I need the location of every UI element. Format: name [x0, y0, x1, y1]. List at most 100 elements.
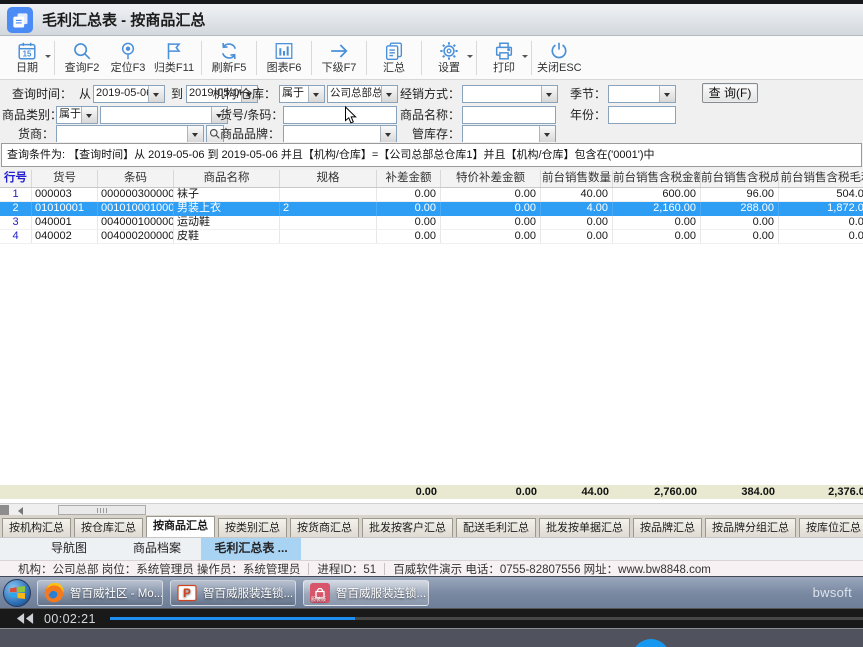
item-code-input[interactable]	[283, 106, 397, 124]
window-tab[interactable]: 毛利汇总表 ...	[201, 538, 301, 560]
item-name-input[interactable]	[462, 106, 556, 124]
toolbar-button-label: 归类F11	[154, 62, 194, 75]
date-from-combo[interactable]: 2019-05-06	[93, 85, 165, 103]
dropdown-arrow-icon[interactable]	[148, 86, 164, 102]
toolbar-arrow-right-button[interactable]: 下级F7	[317, 38, 361, 78]
column-header[interactable]: 特价补差金额	[441, 170, 541, 187]
dropdown-arrow-icon[interactable]	[381, 86, 397, 102]
scroll-left-arrow-icon[interactable]	[14, 507, 23, 515]
toolbar-docs-button[interactable]: 汇总	[372, 38, 416, 78]
column-header[interactable]: 补差金额	[377, 170, 441, 187]
column-header[interactable]: 前台销售含税金额	[613, 170, 701, 187]
status-bar: 机构：公司总部 岗位：系统管理员 操作员：系统管理员 进程ID：51 百威软件演…	[0, 560, 863, 576]
totals-cell	[280, 485, 377, 499]
summary-tab[interactable]: 按品牌汇总	[633, 518, 702, 537]
toolbar-chart-button[interactable]: 图表F6	[262, 38, 306, 78]
column-header[interactable]: 行号	[0, 170, 32, 187]
table-row[interactable]: 40400020040002000004皮鞋0.000.000.000.000.…	[0, 230, 863, 244]
brand-combo[interactable]	[283, 125, 397, 143]
table-row[interactable]: 10000030000003000007袜子0.000.0040.00600.0…	[0, 188, 863, 202]
toolbar-refresh-button[interactable]: 刷新F5	[207, 38, 251, 78]
dropdown-arrow-icon[interactable]	[541, 86, 557, 102]
column-header[interactable]: 前台销售含税毛利	[779, 170, 863, 187]
summary-tab[interactable]: 按机构汇总	[2, 518, 71, 537]
summary-tab[interactable]: 按仓库汇总	[74, 518, 143, 537]
column-header[interactable]: 货号	[32, 170, 98, 187]
org-operator-combo[interactable]: 属于	[279, 85, 325, 103]
dropdown-arrow-icon[interactable]	[308, 86, 324, 102]
stock-managed-combo[interactable]	[462, 125, 556, 143]
dropdown-arrow-icon[interactable]	[659, 86, 675, 102]
summary-tab[interactable]: 按库位汇总	[799, 518, 863, 537]
start-button[interactable]	[3, 579, 31, 607]
toolbar-calendar-button[interactable]: 15日期	[5, 38, 49, 78]
query-button[interactable]: 查 询(F)	[702, 83, 758, 103]
table-cell: 0040001000005	[98, 216, 174, 230]
toolbar-search-button[interactable]: 查询F2	[60, 38, 104, 78]
query-time-label: 查询时间：	[2, 85, 72, 103]
column-header[interactable]: 规格	[280, 170, 377, 187]
distribution-combo[interactable]	[462, 85, 558, 103]
application-window: 毛利汇总表 - 按商品汇总 15日期查询F2定位F3归类F11刷新F5图表F6下…	[0, 0, 863, 647]
table-cell: 男装上衣	[174, 202, 280, 216]
toolbar-power-button[interactable]: 关闭ESC	[537, 38, 582, 78]
progress-track[interactable]	[110, 617, 863, 620]
summary-tab[interactable]: 按类别汇总	[218, 518, 287, 537]
supplier-combo[interactable]	[56, 125, 204, 143]
chart-icon	[273, 40, 295, 62]
toolbar-printer-button[interactable]: 打印	[482, 38, 526, 78]
dropdown-arrow-icon[interactable]	[81, 107, 97, 123]
toolbar-pin-button[interactable]: 定位F3	[106, 38, 150, 78]
summary-tab[interactable]: 配送毛利汇总	[456, 518, 536, 537]
column-header[interactable]: 前台销售含税成本	[701, 170, 779, 187]
window-tab[interactable]: 商品档案	[113, 538, 201, 560]
org-value-combo[interactable]: 公司总部总仓	[327, 85, 398, 103]
dropdown-arrow-icon[interactable]	[187, 126, 203, 142]
summary-tab-bar: 按机构汇总按仓库汇总按商品汇总按类别汇总按货商汇总批发按客户汇总配送毛利汇总批发…	[0, 515, 863, 537]
query-filter-panel: 查询时间： 从 2019-05-06 到 2019-05-06 机构/仓库： 属…	[0, 80, 863, 142]
table-cell: 96.00	[701, 188, 779, 202]
dropdown-arrow-icon[interactable]	[539, 126, 555, 142]
totals-cell: 2,376.00	[779, 485, 863, 499]
table-cell: 040001	[32, 216, 98, 230]
window-tab[interactable]: 导航图	[25, 538, 113, 560]
table-cell: 0040002000004	[98, 230, 174, 244]
table-cell: 0.00	[541, 230, 613, 244]
powerpoint-icon: P	[177, 583, 197, 603]
brand-label: 商品品牌：	[220, 125, 280, 143]
table-row[interactable]: 2010100010010100010007男装上衣20.000.004.002…	[0, 202, 863, 216]
flag-icon	[163, 40, 185, 62]
toolbar-button-label: 打印	[493, 62, 515, 75]
gear-icon	[438, 40, 460, 62]
toolbar-flag-button[interactable]: 归类F11	[152, 38, 196, 78]
column-header[interactable]: 前台销售数量	[541, 170, 613, 187]
table-cell: 0.00	[441, 230, 541, 244]
dropdown-arrow-icon[interactable]	[380, 126, 396, 142]
table-cell: 袜子	[174, 188, 280, 202]
table-cell: 504.00	[779, 188, 863, 202]
summary-tab[interactable]: 批发按单据汇总	[539, 518, 630, 537]
item-name-label: 商品名称：	[398, 106, 460, 124]
totals-cell: 0.00	[441, 485, 541, 499]
taskbar-app-button[interactable]: 服装版智百威服装连锁...	[303, 580, 429, 606]
table-row[interactable]: 30400010040001000005运动鞋0.000.000.000.000…	[0, 216, 863, 230]
status-company-info: 百威软件演示 电话：0755-82807556 网址：www.bw8848.co…	[393, 561, 711, 577]
summary-tab[interactable]: 按商品汇总	[146, 516, 215, 537]
toolbar-separator	[531, 41, 532, 75]
category-value-combo[interactable]	[100, 106, 228, 124]
category-operator-combo[interactable]: 属于	[56, 106, 98, 124]
taskbar-app-button[interactable]: 智百威社区 - Mo...	[37, 580, 163, 606]
summary-tab[interactable]: 按货商汇总	[290, 518, 359, 537]
column-header[interactable]: 商品名称	[174, 170, 280, 187]
scrollbar-thumb[interactable]	[58, 505, 146, 515]
taskbar-app-button[interactable]: P智百威服装连锁...	[170, 580, 296, 606]
summary-tab[interactable]: 批发按客户汇总	[362, 518, 453, 537]
year-input[interactable]	[608, 106, 676, 124]
rewind-icon[interactable]	[16, 612, 34, 625]
horizontal-scrollbar[interactable]	[0, 503, 863, 515]
toolbar-gear-button[interactable]: 设置	[427, 38, 471, 78]
summary-tab[interactable]: 按品牌分组汇总	[705, 518, 796, 537]
column-header[interactable]: 条码	[98, 170, 174, 187]
bottom-strip	[0, 628, 863, 647]
season-combo[interactable]	[608, 85, 676, 103]
